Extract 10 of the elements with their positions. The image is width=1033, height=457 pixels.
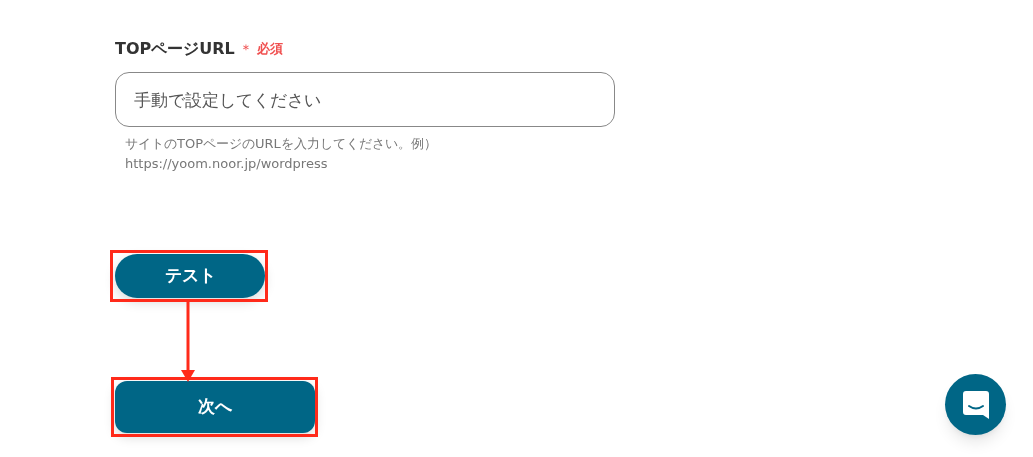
next-button[interactable]: 次へ	[115, 381, 315, 433]
url-input-field[interactable]: 手動で設定してください	[115, 72, 615, 127]
required-mark: ＊	[238, 39, 253, 59]
required-text: 必須	[256, 40, 283, 59]
help-text: サイトのTOPページのURLを入力してください。例）	[125, 135, 438, 153]
help-text: https://yoom.noor.jp/wordpress	[125, 155, 329, 173]
chat-icon	[962, 390, 989, 419]
test-button[interactable]: テスト	[115, 254, 265, 298]
field-label: TOPページURL	[115, 38, 235, 60]
chat-button[interactable]	[945, 374, 1006, 435]
